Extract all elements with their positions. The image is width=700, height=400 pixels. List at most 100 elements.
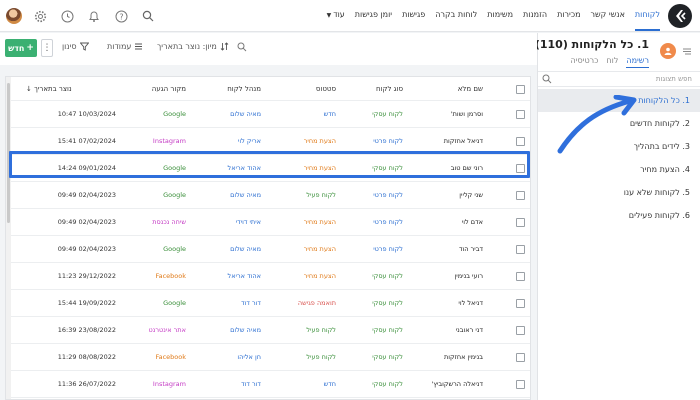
cell-account-manager[interactable]: מאיה שלום: [201, 236, 261, 263]
cell-full-name[interactable]: דביר הוד: [408, 236, 483, 263]
table-row[interactable]: דניאל לוי לקוח עסקי תואמה פגישה דור דוד Goog…: [11, 290, 530, 317]
table-row[interactable]: בנימין אחזקות לקוח עסקי לקוח פעיל חן אליהו F…: [11, 344, 530, 371]
more-options-button[interactable]: ⋮: [41, 39, 53, 57]
column-header-account-manager[interactable]: מנהל לקוח: [201, 77, 261, 101]
nav-item-meeting-calendar[interactable]: יומן פגישות: [355, 0, 392, 31]
table-row[interactable]: דניאלה הרשקוביץ' לקוח עסקי חדש דור דוד Insta…: [11, 371, 530, 398]
cell-full-name[interactable]: אדם לוי: [408, 209, 483, 236]
search-icon[interactable]: [139, 7, 157, 25]
sort-button[interactable]: מיון: נוצר בתאריך: [157, 42, 229, 51]
cell-account-manager[interactable]: מאיה שלום: [201, 182, 261, 209]
cell-status: חדש: [323, 380, 336, 388]
table-row[interactable]: רוני שם טוב לקוח עסקי הצעת מחיר אהוד אריאל G…: [11, 155, 530, 182]
scrollbar-thumb[interactable]: [7, 83, 10, 223]
cell-customer-type: לקוח עסקי: [372, 110, 403, 118]
cell-account-manager[interactable]: דור דוד: [201, 371, 261, 398]
table-row[interactable]: דביר הוד לקוח פרטי הצעת מחיר מאיה שלום Googl…: [11, 236, 530, 263]
nav-item-customers[interactable]: לקוחות: [634, 0, 660, 31]
tab-list[interactable]: רשימה: [626, 56, 649, 68]
cell-account-manager[interactable]: איתי דוידי: [201, 209, 261, 236]
views-search[interactable]: חפש תצוגות: [538, 71, 700, 87]
nav-item-more[interactable]: עוד▼: [327, 0, 345, 31]
table-row[interactable]: דניאל אחזקות לקוח פרטי הצעת מחיר אריק לוי In…: [11, 128, 530, 155]
nav-item-meetings[interactable]: פגישות: [402, 0, 425, 31]
top-icons: ?: [6, 5, 157, 27]
table-row[interactable]: אדם לוי לקוח פרטי הצעת מחיר איתי דוידי שיחה …: [11, 209, 530, 236]
hamburger-icon[interactable]: [682, 46, 692, 56]
tab-card[interactable]: כרטיסיה: [570, 56, 598, 68]
row-checkbox[interactable]: [513, 101, 525, 128]
cell-full-name[interactable]: בנימין אחזקות: [408, 344, 483, 371]
cell-created-date: 15:41 07/02/2024: [57, 137, 116, 145]
cell-account-manager[interactable]: דור דוד: [201, 290, 261, 317]
cell-customer-type: לקוח עסקי: [372, 380, 403, 388]
nav-item-tasks[interactable]: משימות: [487, 0, 513, 31]
row-checkbox[interactable]: [513, 182, 525, 209]
table-header-row: שם מלא סוג לקוח סטטוס מנהל לקוח מקור הגע…: [11, 77, 530, 101]
column-header-created-date[interactable]: ↓ נוצר בתאריך: [26, 77, 116, 101]
cell-lead-source: שיחה נכנסת: [152, 218, 186, 226]
table-row[interactable]: וסרמן ושות' לקוח עסקי חדש מאיה שלום Google 10…: [11, 101, 530, 128]
view-item-active-customers[interactable]: 6. לקוחות פעילים: [538, 204, 700, 227]
help-icon[interactable]: ?: [112, 7, 130, 25]
tab-board[interactable]: לוח: [606, 56, 618, 68]
cell-account-manager[interactable]: אריק לוי: [201, 128, 261, 155]
row-checkbox[interactable]: [513, 155, 525, 182]
filter-icon: [79, 42, 89, 51]
cell-full-name[interactable]: דניאל אחזקות: [408, 128, 483, 155]
column-header-lead-source[interactable]: מקור הגעה: [126, 77, 186, 101]
column-header-status[interactable]: סטטוס: [276, 77, 336, 101]
view-item-price-quote[interactable]: 4. הצעת מחיר: [538, 158, 700, 181]
cell-account-manager[interactable]: אהוד אריאל: [201, 155, 261, 182]
view-item-no-answer[interactable]: 5. לקוחות שלא ענו: [538, 181, 700, 204]
columns-button[interactable]: עמודות: [107, 42, 143, 51]
cell-account-manager[interactable]: חן אליהו: [201, 344, 261, 371]
cell-lead-source: Instagram: [152, 137, 186, 145]
list-toolbar: + חדש ⋮ סינון עמודות מיון: נוצר בתאריך: [0, 33, 537, 65]
page-title: 1. כל הלקוחות (110): [534, 38, 649, 51]
cell-full-name[interactable]: רועי בנימין: [408, 263, 483, 290]
cell-account-manager[interactable]: אהוד אריאל: [201, 263, 261, 290]
cell-full-name[interactable]: דני ראובני: [408, 317, 483, 344]
row-checkbox[interactable]: [513, 128, 525, 155]
column-header-full-name[interactable]: שם מלא: [408, 77, 483, 101]
row-checkbox[interactable]: [513, 371, 525, 398]
view-mode-tabs: רשימה לוח כרטיסיה: [570, 56, 649, 68]
cell-full-name[interactable]: דניאלה הרשקוביץ': [408, 371, 483, 398]
row-checkbox[interactable]: [513, 209, 525, 236]
cell-full-name[interactable]: דניאל לוי: [408, 290, 483, 317]
row-checkbox[interactable]: [513, 317, 525, 344]
cell-account-manager[interactable]: מאיה שלום: [201, 317, 261, 344]
nav-item-sales[interactable]: מכירות: [557, 0, 580, 31]
brand-logo-icon[interactable]: [668, 4, 692, 28]
cell-full-name[interactable]: שני קליין: [408, 182, 483, 209]
new-record-button[interactable]: + חדש: [5, 39, 37, 57]
select-all-checkbox[interactable]: [513, 77, 525, 101]
table-row[interactable]: שני קליין לקוח פרטי לקוח פעיל מאיה שלום Goog…: [11, 182, 530, 209]
row-checkbox[interactable]: [513, 263, 525, 290]
nav-item-orders[interactable]: הזמנות: [523, 0, 547, 31]
nav-item-dashboards[interactable]: לוחות בקרה: [435, 0, 477, 31]
cell-status: הצעת מחיר: [303, 164, 336, 172]
cell-full-name[interactable]: רוני שם טוב: [408, 155, 483, 182]
row-checkbox[interactable]: [513, 290, 525, 317]
cell-status: חדש: [323, 110, 336, 118]
column-header-customer-type[interactable]: סוג לקוח: [343, 77, 403, 101]
cell-created-date: 09:49 02/04/2023: [57, 191, 116, 199]
table-row[interactable]: דני ראובני לקוח עסקי לקוח פעיל מאיה שלום אתר…: [11, 317, 530, 344]
cell-lead-source: Facebook: [155, 353, 186, 361]
filter-button[interactable]: סינון: [62, 42, 89, 51]
row-checkbox[interactable]: [513, 344, 525, 371]
clock-icon[interactable]: [58, 7, 76, 25]
nav-item-contacts[interactable]: אנשי קשר: [591, 0, 625, 31]
table-row[interactable]: רועי בנימין לקוח עסקי הצעת מחיר אהוד אריאל F…: [11, 263, 530, 290]
avatar[interactable]: [6, 8, 22, 24]
gear-icon[interactable]: [31, 7, 49, 25]
cell-full-name[interactable]: וסרמן ושות': [408, 101, 483, 128]
search-icon[interactable]: [237, 42, 247, 54]
row-checkbox[interactable]: [513, 236, 525, 263]
cell-created-date: 09:49 02/04/2023: [57, 218, 116, 226]
bell-icon[interactable]: [85, 7, 103, 25]
chevron-down-icon: ▼: [326, 12, 332, 19]
cell-account-manager[interactable]: מאיה שלום: [201, 101, 261, 128]
